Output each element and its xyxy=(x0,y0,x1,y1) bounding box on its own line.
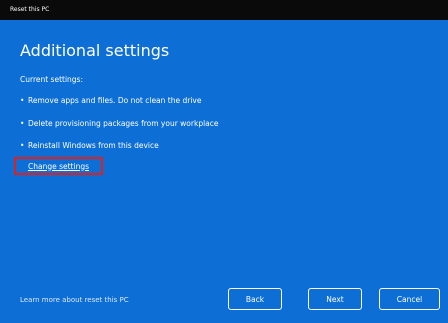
page-heading: Additional settings xyxy=(20,41,170,60)
setting-bullet: • Remove apps and files. Do not clean the… xyxy=(20,96,201,105)
cancel-button[interactable]: Cancel xyxy=(379,288,440,310)
reset-pc-dialog: Additional settings Current settings: • R… xyxy=(0,20,448,323)
setting-bullet: • Delete provisioning packages from your … xyxy=(20,119,219,128)
setting-text: Remove apps and files. Do not clean the … xyxy=(28,96,202,105)
window-title: Reset this PC xyxy=(10,6,50,13)
title-bar: Reset this PC xyxy=(0,0,448,20)
bullet-icon: • xyxy=(20,96,25,105)
setting-bullet: • Reinstall Windows from this device xyxy=(20,141,159,150)
back-button[interactable]: Back xyxy=(228,288,282,310)
current-settings-label: Current settings: xyxy=(20,75,83,84)
setting-text: Delete provisioning packages from your w… xyxy=(28,119,219,128)
setting-text: Reinstall Windows from this device xyxy=(28,141,159,150)
bullet-icon: • xyxy=(20,119,25,128)
learn-more-link[interactable]: Learn more about reset this PC xyxy=(20,296,129,304)
change-settings-link[interactable]: Change settings xyxy=(14,157,103,175)
next-button[interactable]: Next xyxy=(308,288,362,310)
bullet-icon: • xyxy=(20,141,25,150)
change-settings-label: Change settings xyxy=(27,161,89,171)
